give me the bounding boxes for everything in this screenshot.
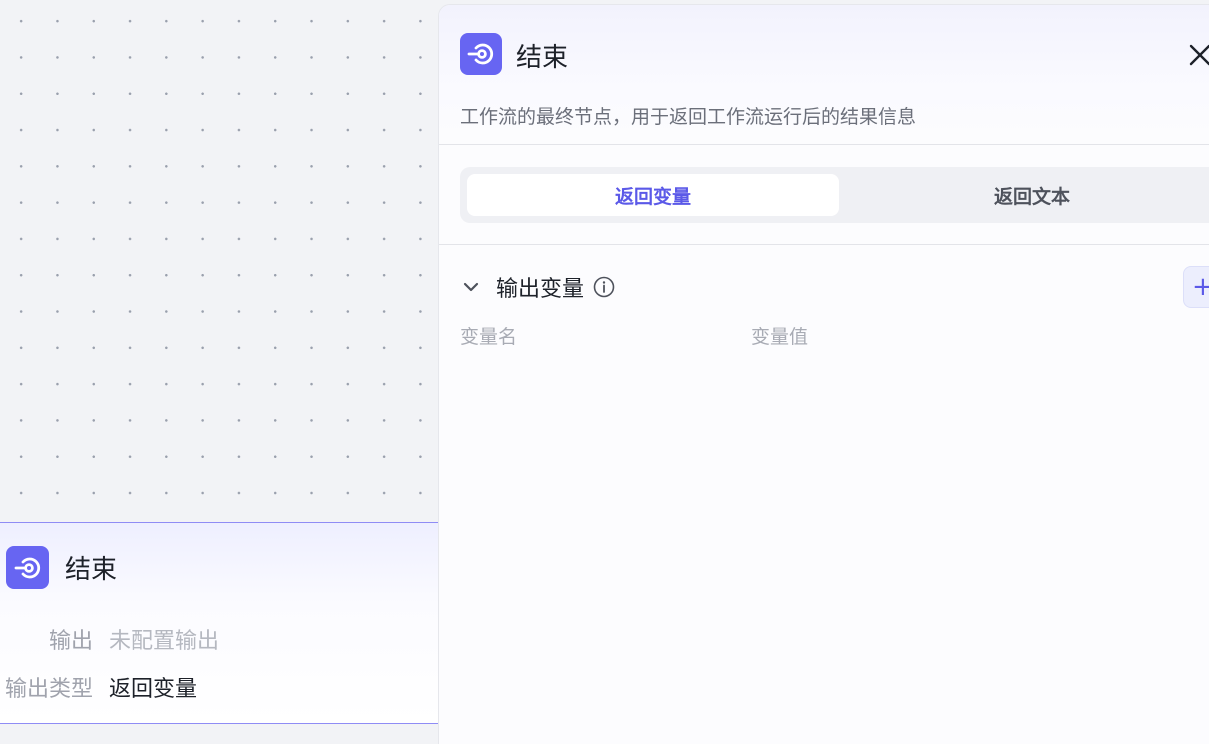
chevron-down-icon[interactable] <box>461 277 481 297</box>
panel-title: 结束 <box>516 43 569 73</box>
output-mode-tabs: 返回变量 返回文本 <box>460 167 1209 223</box>
end-node-icon <box>460 33 502 75</box>
output-variables-header: 输出变量 <box>461 271 616 303</box>
add-variable-button[interactable]: + <box>1183 266 1209 308</box>
panel-description: 工作流的最终节点，用于返回工作流运行后的结果信息 <box>460 106 917 128</box>
node-config-panel: 结束 工作流的最终节点，用于返回工作流运行后的结果信息 返回变量 返回文本 输出… <box>438 4 1209 744</box>
end-node-icon <box>6 546 49 589</box>
section-title: 输出变量 <box>496 277 585 302</box>
node-output-row: 输出 未配置输出 <box>0 623 219 655</box>
column-header-variable-value: 变量值 <box>751 326 809 348</box>
node-title: 结束 <box>65 555 118 585</box>
close-icon[interactable] <box>1187 42 1209 68</box>
output-type-value: 返回变量 <box>109 677 198 702</box>
node-header: 结束 <box>6 546 117 589</box>
tab-return-text[interactable]: 返回文本 <box>839 174 1209 216</box>
column-header-variable-name: 变量名 <box>460 326 518 348</box>
output-value: 未配置输出 <box>109 629 220 654</box>
node-type-row: 输出类型 返回变量 <box>0 671 197 703</box>
tab-return-variables[interactable]: 返回变量 <box>467 174 839 216</box>
info-icon[interactable] <box>592 275 616 299</box>
end-node-card[interactable]: 结束 输出 未配置输出 输出类型 返回变量 <box>0 522 438 724</box>
output-type-label: 输出类型 <box>4 677 93 702</box>
divider <box>439 244 1209 245</box>
panel-header: 结束 工作流的最终节点，用于返回工作流运行后的结果信息 <box>439 5 1209 145</box>
output-label: 输出 <box>48 629 93 654</box>
